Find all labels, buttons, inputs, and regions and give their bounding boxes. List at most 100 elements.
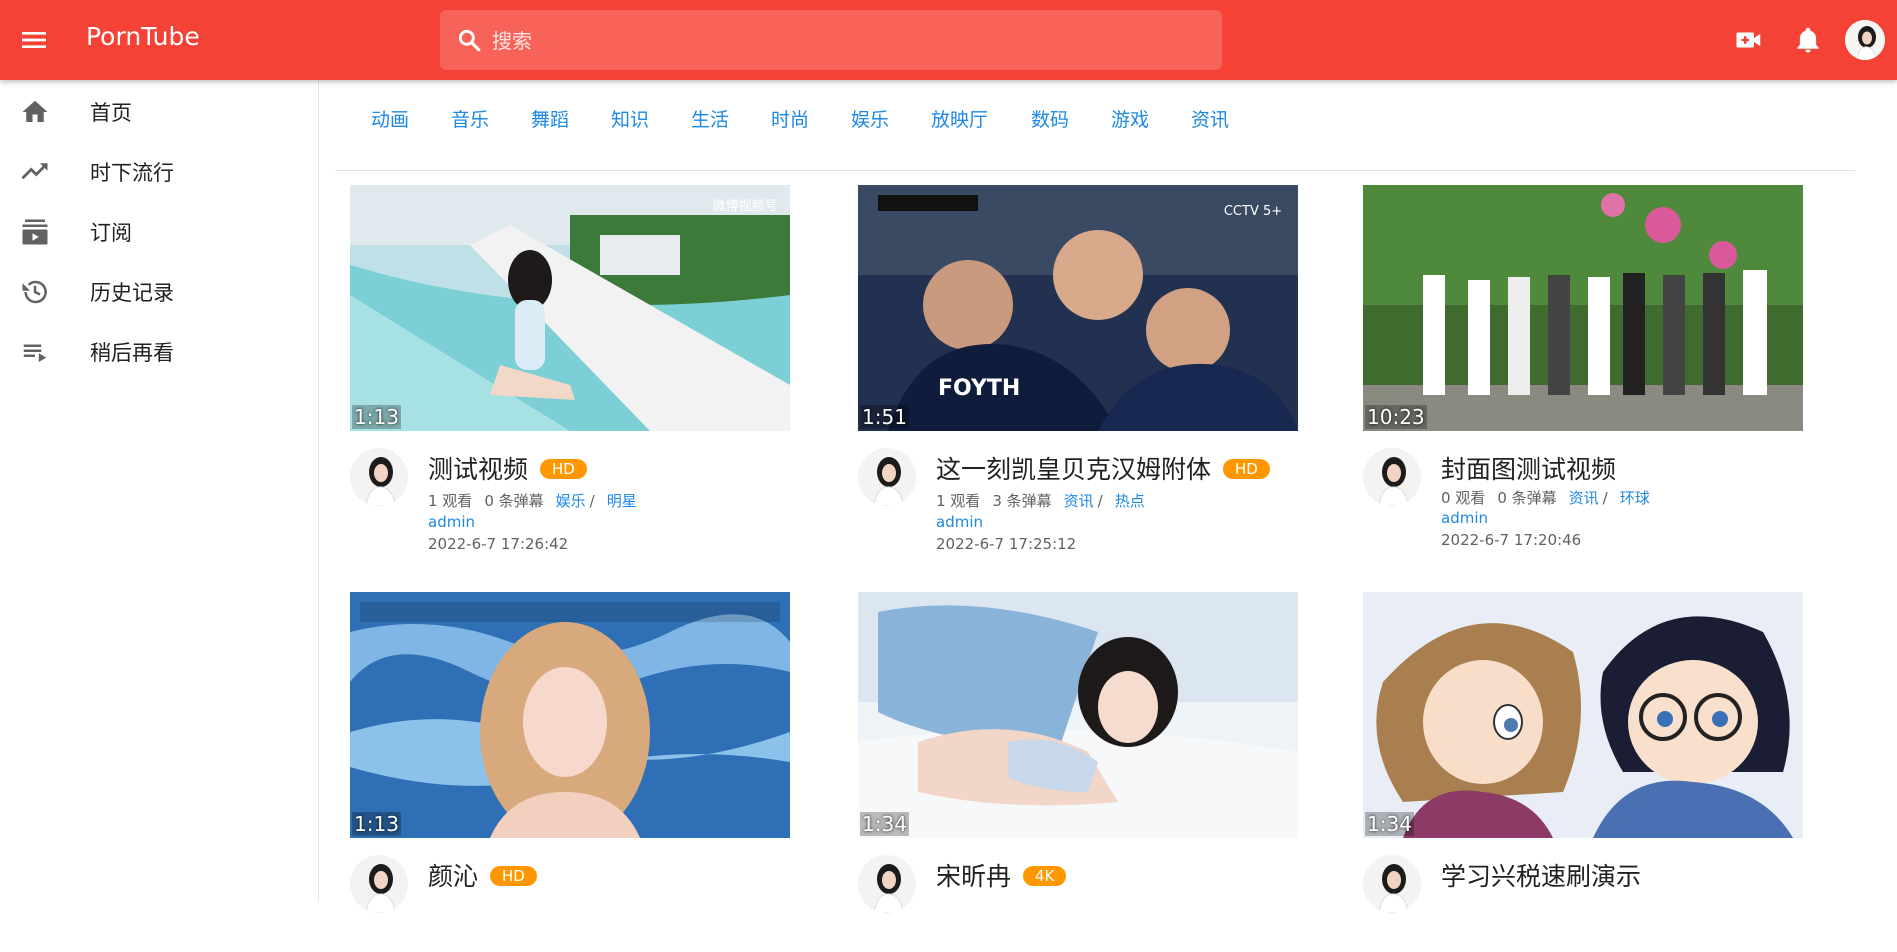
category-tab[interactable]: 生活 xyxy=(691,105,729,132)
tag-link[interactable]: 热点 xyxy=(1115,492,1145,510)
video-duration: 1:13 xyxy=(352,812,401,836)
tag-separator: / xyxy=(1097,492,1103,510)
video-camera-add-icon[interactable] xyxy=(1734,25,1764,55)
video-title-text: 这一刻凯皇贝克汉姆附体 xyxy=(936,455,1212,484)
sidebar-item-trending[interactable]: 时下流行 xyxy=(0,142,318,200)
video-meta: 1 观看 0 条弹幕 娱乐 / 明星 xyxy=(428,490,649,511)
category-tab[interactable]: 娱乐 xyxy=(851,105,889,132)
category-tab[interactable]: 放映厅 xyxy=(931,105,988,132)
danmaku-count: 0 条弹幕 xyxy=(484,492,544,510)
tag-separator: / xyxy=(1602,489,1608,507)
sidebar-item-home[interactable]: 首页 xyxy=(0,82,318,140)
channel-avatar[interactable] xyxy=(350,448,408,506)
sidebar: 首页 时下流行 订阅 历史记录 稍后再看 xyxy=(0,80,319,902)
category-tab[interactable]: 游戏 xyxy=(1111,105,1149,132)
video-card: FOYTH CCTV 5+ 1:51 这一刻凯皇贝克汉姆附体 HD 1 观看 3 条… xyxy=(858,185,1298,553)
bell-icon[interactable] xyxy=(1793,25,1823,55)
danmaku-count: 0 条弹幕 xyxy=(1497,489,1557,507)
video-meta: 0 观看 0 条弹幕 资讯 / 环球 xyxy=(1441,487,1662,508)
video-title-text: 宋昕冉 xyxy=(936,862,1012,891)
video-thumbnail[interactable]: 1:13 xyxy=(350,592,790,838)
channel-avatar[interactable] xyxy=(1363,448,1421,506)
video-card: 1:34 学习兴税速刷演示 xyxy=(1363,592,1803,952)
category-tabs: 动画 音乐 舞蹈 知识 生活 时尚 娱乐 放映厅 数码 游戏 资讯 xyxy=(335,80,1855,171)
author-link[interactable]: admin xyxy=(428,513,475,531)
video-thumbnail[interactable]: FOYTH CCTV 5+ 1:51 xyxy=(858,185,1298,431)
tag-separator: / xyxy=(589,492,595,510)
trending-icon xyxy=(21,163,48,180)
video-thumbnail[interactable]: 10:23 xyxy=(1363,185,1803,431)
tag-link[interactable]: 资讯 xyxy=(1569,489,1599,507)
brand-logo[interactable]: PornTube xyxy=(86,22,200,51)
video-duration: 1:34 xyxy=(860,812,909,836)
video-duration: 10:23 xyxy=(1365,405,1427,429)
upload-date: 2022-6-7 17:20:46 xyxy=(1441,531,1582,549)
sidebar-item-label: 首页 xyxy=(90,101,132,125)
search-bar xyxy=(440,10,1222,70)
video-duration: 1:51 xyxy=(860,405,909,429)
video-card: 1:34 宋昕冉 4K xyxy=(858,592,1298,952)
sidebar-item-label: 时下流行 xyxy=(90,161,174,185)
category-tab[interactable]: 音乐 xyxy=(451,105,489,132)
channel-avatar[interactable] xyxy=(858,855,916,913)
sidebar-item-history[interactable]: 历史记录 xyxy=(0,262,318,320)
view-count: 0 观看 xyxy=(1441,489,1486,507)
search-input[interactable] xyxy=(490,22,1194,60)
video-title[interactable]: 学习兴税速刷演示 xyxy=(1441,857,1641,893)
search-icon[interactable] xyxy=(456,27,482,53)
view-count: 1 观看 xyxy=(428,492,473,510)
sidebar-item-label: 稍后再看 xyxy=(90,341,174,365)
video-thumbnail[interactable]: 1:34 xyxy=(858,592,1298,838)
tag-link[interactable]: 明星 xyxy=(607,492,637,510)
video-meta: 1 观看 3 条弹幕 资讯 / 热点 xyxy=(936,490,1157,511)
video-title[interactable]: 封面图测试视频 xyxy=(1441,450,1616,486)
video-title[interactable]: 这一刻凯皇贝克汉姆附体 HD xyxy=(936,450,1270,486)
video-title[interactable]: 宋昕冉 4K xyxy=(936,857,1067,893)
category-tab[interactable]: 知识 xyxy=(611,105,649,132)
video-duration: 1:13 xyxy=(352,405,401,429)
video-thumbnail[interactable]: 微博视频号 1:13 xyxy=(350,185,790,431)
category-tab[interactable]: 数码 xyxy=(1031,105,1069,132)
history-icon xyxy=(22,280,47,304)
category-tab[interactable]: 舞蹈 xyxy=(531,105,569,132)
video-thumbnail[interactable]: 1:34 xyxy=(1363,592,1803,838)
author-link[interactable]: admin xyxy=(936,513,983,531)
sidebar-item-label: 订阅 xyxy=(90,221,132,245)
user-avatar[interactable] xyxy=(1845,20,1885,60)
sidebar-item-subscriptions[interactable]: 订阅 xyxy=(0,202,318,260)
tag-link[interactable]: 娱乐 xyxy=(556,492,586,510)
video-title-text: 封面图测试视频 xyxy=(1441,455,1617,484)
channel-avatar[interactable] xyxy=(858,448,916,506)
channel-avatar[interactable] xyxy=(1363,855,1421,913)
channel-avatar[interactable] xyxy=(350,855,408,913)
sidebar-item-label: 历史记录 xyxy=(90,281,174,305)
app-bar: PornTube xyxy=(0,0,1897,80)
menu-icon[interactable] xyxy=(18,24,50,56)
video-card: 微博视频号 1:13 测试视频 HD 1 观看 0 条弹幕 娱乐 / 明星 admin 2… xyxy=(350,185,790,553)
upload-date: 2022-6-7 17:25:12 xyxy=(936,535,1077,553)
category-tab[interactable]: 资讯 xyxy=(1191,105,1229,132)
view-count: 1 观看 xyxy=(936,492,981,510)
video-title[interactable]: 颜沁 HD xyxy=(428,857,537,893)
subscriptions-icon xyxy=(22,219,48,245)
video-card: 1:13 颜沁 HD xyxy=(350,592,790,952)
video-card: 10:23 封面图测试视频 0 观看 0 条弹幕 资讯 / 环球 admin 2022-… xyxy=(1363,185,1803,549)
watch-later-icon xyxy=(23,344,47,362)
upload-date: 2022-6-7 17:26:42 xyxy=(428,535,569,553)
author-link[interactable]: admin xyxy=(1441,509,1488,527)
sidebar-item-watch-later[interactable]: 稍后再看 xyxy=(0,322,318,380)
quality-badge: HD xyxy=(490,866,537,886)
svg-text:FOYTH: FOYTH xyxy=(938,376,1020,401)
quality-badge: HD xyxy=(1223,459,1270,479)
tag-link[interactable]: 环球 xyxy=(1620,489,1650,507)
danmaku-count: 3 条弹幕 xyxy=(992,492,1052,510)
quality-badge: HD xyxy=(540,459,587,479)
tag-link[interactable]: 资讯 xyxy=(1064,492,1094,510)
svg-text:CCTV 5+: CCTV 5+ xyxy=(1224,204,1282,219)
quality-badge: 4K xyxy=(1023,866,1067,886)
svg-text:微博视频号: 微博视频号 xyxy=(712,199,777,214)
category-tab[interactable]: 动画 xyxy=(371,105,409,132)
video-title[interactable]: 测试视频 HD xyxy=(428,450,587,486)
video-title-text: 颜沁 xyxy=(428,862,479,891)
category-tab[interactable]: 时尚 xyxy=(771,105,809,132)
